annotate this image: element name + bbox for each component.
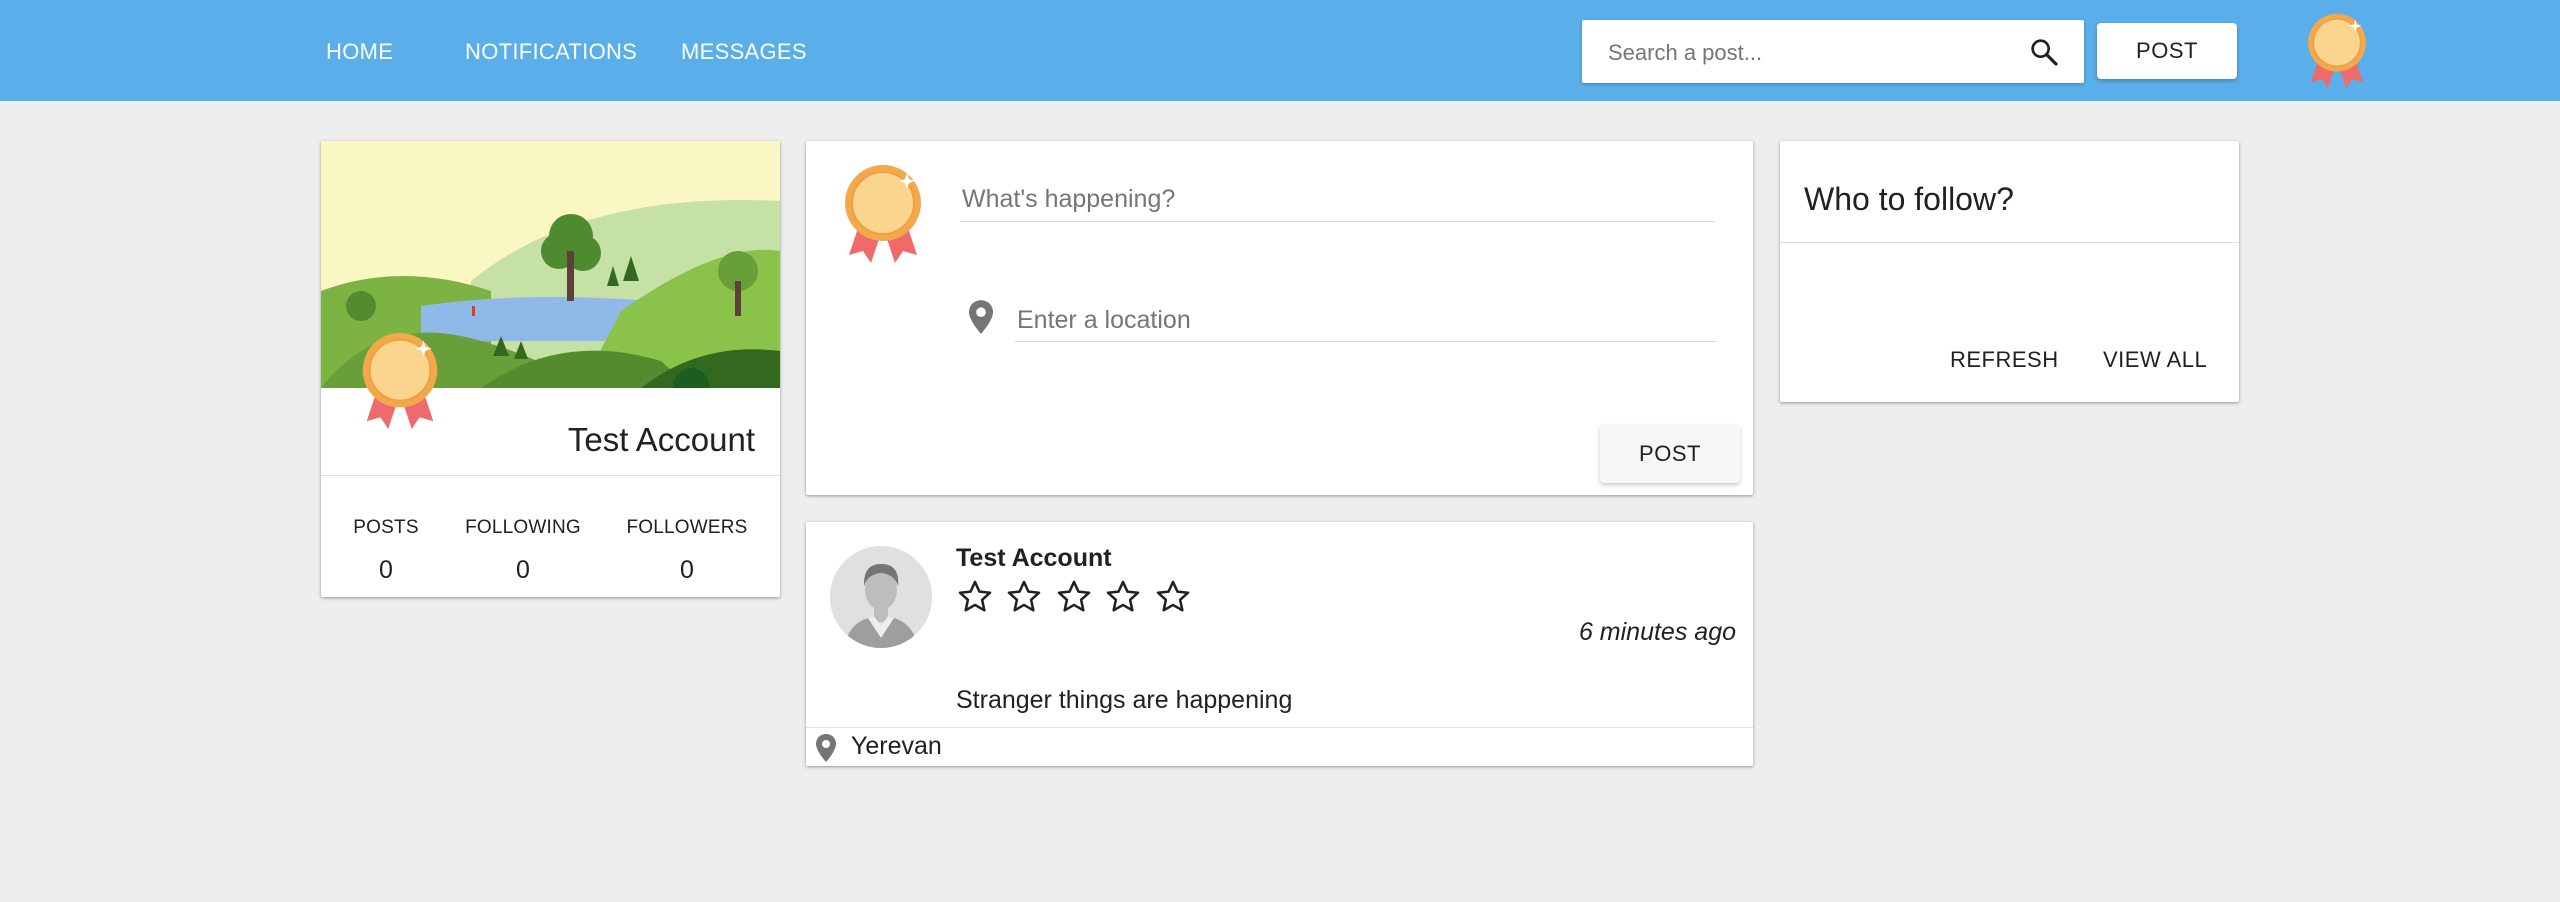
post-author-avatar[interactable] — [830, 546, 932, 648]
follow-divider — [1780, 242, 2239, 243]
location-pin-icon — [969, 300, 993, 334]
search-box — [1582, 20, 2084, 85]
stat-value: 0 — [680, 556, 694, 584]
stat-label: FOLLOWERS — [626, 517, 748, 538]
post-location: Yerevan — [851, 732, 942, 760]
stat-value: 0 — [516, 556, 530, 584]
stat-label: POSTS — [353, 517, 419, 538]
stat-label: FOLLOWING — [465, 517, 581, 538]
stat-value: 0 — [379, 556, 393, 584]
who-to-follow-title: Who to follow? — [1804, 181, 2014, 217]
stat-followers[interactable]: FOLLOWERS 0 — [612, 517, 762, 585]
stat-following[interactable]: FOLLOWING 0 — [448, 517, 598, 585]
header-post-button[interactable]: POST — [2097, 23, 2237, 79]
search-icon[interactable] — [2028, 36, 2060, 68]
star-icon[interactable] — [1104, 578, 1142, 616]
star-icon[interactable] — [956, 578, 994, 616]
nav-messages[interactable]: MESSAGES — [681, 38, 807, 66]
default-avatar-icon — [830, 546, 932, 648]
post-card: Test Account 6 minutes ago Stranger thin… — [806, 522, 1753, 766]
location-pin-icon — [816, 734, 836, 762]
location-input[interactable] — [1015, 299, 1717, 342]
profile-medal-icon — [362, 332, 438, 430]
post-text: Stranger things are happening — [956, 686, 1293, 714]
star-icon[interactable] — [1005, 578, 1043, 616]
top-app-bar: HOME NOTIFICATIONS MESSAGES POST — [0, 0, 2560, 101]
profile-divider — [321, 475, 780, 476]
star-icon[interactable] — [1154, 578, 1192, 616]
refresh-button[interactable]: REFRESH — [1950, 347, 2059, 373]
nav-home[interactable]: HOME — [326, 38, 393, 66]
post-author-name[interactable]: Test Account — [956, 544, 1112, 573]
star-icon[interactable] — [1055, 578, 1093, 616]
compose-avatar-medal-icon — [845, 165, 921, 263]
search-input[interactable] — [1606, 20, 2010, 85]
compose-input[interactable] — [960, 177, 1714, 222]
view-all-button[interactable]: VIEW ALL — [2103, 347, 2207, 373]
profile-card: Test Account POSTS 0 FOLLOWING 0 FOLLOWE… — [321, 141, 780, 597]
user-avatar-medal-icon[interactable] — [2302, 12, 2372, 90]
nav-notifications[interactable]: NOTIFICATIONS — [465, 38, 637, 66]
compose-card: POST — [806, 141, 1753, 495]
post-divider — [806, 727, 1753, 728]
profile-name: Test Account — [567, 421, 755, 458]
stat-posts[interactable]: POSTS 0 — [311, 517, 461, 585]
who-to-follow-card: Who to follow? REFRESH VIEW ALL — [1780, 141, 2239, 402]
compose-post-button[interactable]: POST — [1600, 425, 1740, 483]
post-timestamp: 6 minutes ago — [1578, 618, 1736, 646]
rating-stars — [956, 578, 1199, 618]
